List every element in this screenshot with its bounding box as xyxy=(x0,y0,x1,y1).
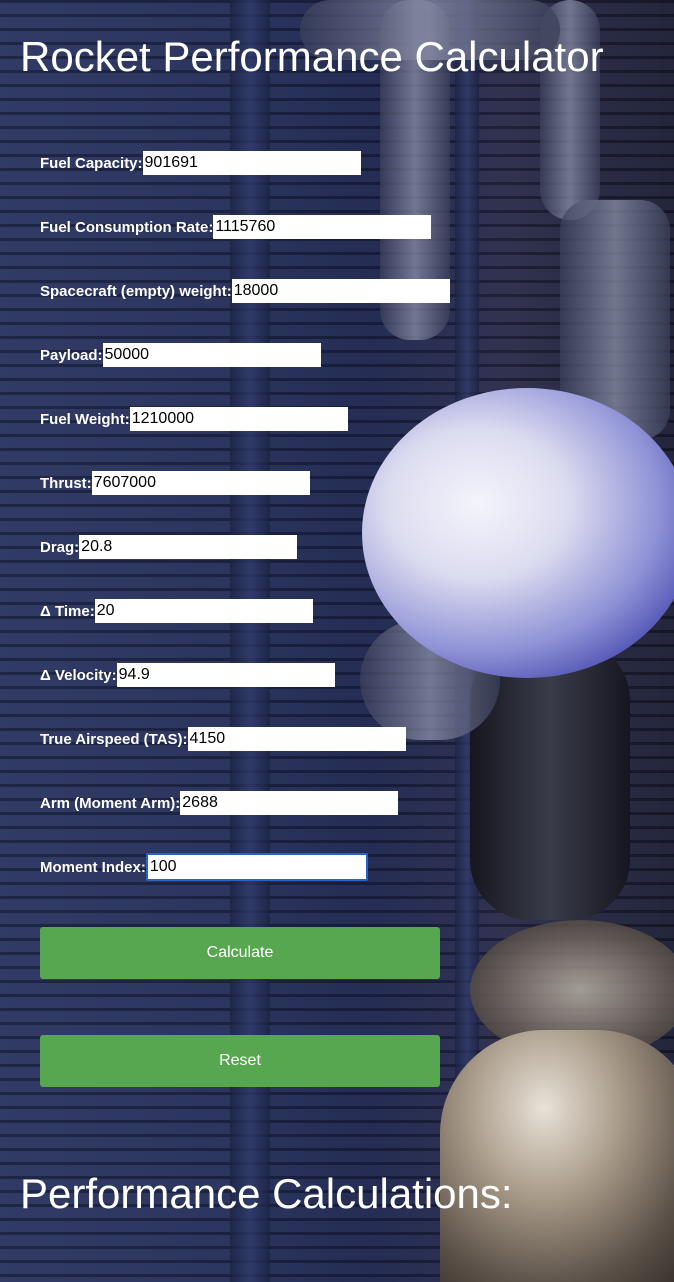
field-fuel-capacity: Fuel Capacity: xyxy=(40,151,361,175)
field-label: Fuel Capacity: xyxy=(40,154,143,172)
field-moment-index: Moment Index: xyxy=(40,853,368,881)
fuel-consumption-rate-input[interactable] xyxy=(213,215,432,239)
fuel-weight-input[interactable] xyxy=(129,407,348,431)
field-label: True Airspeed (TAS): xyxy=(40,730,188,748)
thrust-input[interactable] xyxy=(91,471,310,495)
true-airspeed-input[interactable] xyxy=(187,727,406,751)
fuel-capacity-input[interactable] xyxy=(142,151,361,175)
page-title: Rocket Performance Calculator xyxy=(20,33,604,80)
results-heading: Performance Calculations: xyxy=(20,1170,513,1217)
field-fuel-weight: Fuel Weight: xyxy=(40,407,348,431)
field-label: Drag: xyxy=(40,538,80,556)
field-delta-velocity: Δ Velocity: xyxy=(40,663,335,687)
field-drag: Drag: xyxy=(40,535,298,559)
field-moment-arm: Arm (Moment Arm): xyxy=(40,791,399,815)
reset-button[interactable]: Reset xyxy=(40,1035,440,1087)
field-label: Thrust: xyxy=(40,474,92,492)
drag-input[interactable] xyxy=(79,535,298,559)
field-label: Payload: xyxy=(40,346,103,364)
field-label: Fuel Weight: xyxy=(40,410,130,428)
field-payload: Payload: xyxy=(40,343,321,367)
field-fuel-consumption-rate: Fuel Consumption Rate: xyxy=(40,215,432,239)
field-thrust: Thrust: xyxy=(40,471,310,495)
field-label: Δ Velocity: xyxy=(40,666,117,684)
payload-input[interactable] xyxy=(102,343,321,367)
delta-velocity-input[interactable] xyxy=(116,663,335,687)
field-label: Arm (Moment Arm): xyxy=(40,794,181,812)
spacecraft-weight-input[interactable] xyxy=(231,279,450,303)
field-label: Δ Time: xyxy=(40,602,95,620)
calculator-page: Rocket Performance Calculator Fuel Capac… xyxy=(0,0,674,1282)
calculate-button[interactable]: Calculate xyxy=(40,927,440,979)
field-label: Fuel Consumption Rate: xyxy=(40,218,214,236)
field-delta-time: Δ Time: xyxy=(40,599,313,623)
moment-arm-input[interactable] xyxy=(180,791,399,815)
field-true-airspeed: True Airspeed (TAS): xyxy=(40,727,406,751)
field-label: Moment Index: xyxy=(40,858,146,876)
delta-time-input[interactable] xyxy=(94,599,313,623)
field-label: Spacecraft (empty) weight: xyxy=(40,282,232,300)
moment-index-input[interactable] xyxy=(145,853,368,881)
field-spacecraft-weight: Spacecraft (empty) weight: xyxy=(40,279,450,303)
